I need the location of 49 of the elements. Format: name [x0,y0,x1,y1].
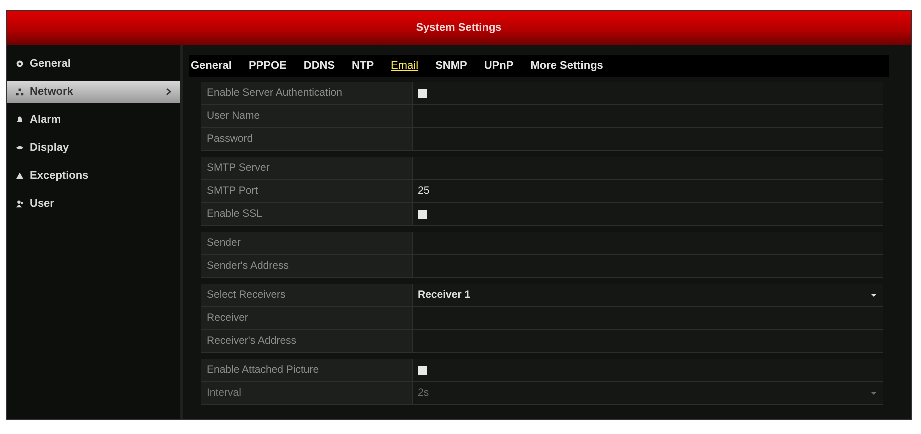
input-field[interactable]: 25 [413,180,883,202]
field-label: Receiver [201,307,413,329]
checkbox[interactable] [418,366,427,374]
sidebar-item[interactable]: Exceptions [7,165,180,187]
user-icon [16,200,24,208]
eye-icon [16,144,24,152]
field-label: Enable SSL [201,203,413,225]
field-label: Enable Attached Picture [201,359,413,381]
sidebar-item[interactable]: Display [7,137,180,159]
input-field[interactable] [413,157,883,179]
sidebar-item[interactable]: Alarm [7,109,180,131]
field-label: User Name [201,105,413,127]
input-field[interactable] [413,232,883,254]
warning-icon [16,172,24,180]
field-label: Select Receivers [201,284,413,306]
chevron-icon [166,88,172,96]
tab[interactable]: SNMP [436,60,468,72]
tab[interactable]: General [191,60,232,72]
field-label: Receiver's Address [201,330,413,352]
field-label: SMTP Port [201,180,413,202]
tab[interactable]: More Settings [530,60,604,72]
field-label: Sender's Address [201,255,413,277]
field-label: Password [201,128,413,150]
tab[interactable]: UPnP [484,60,514,72]
tab[interactable]: Email [391,60,419,72]
field-label: Sender [201,232,413,254]
caret-icon [871,294,877,296]
dropdown[interactable]: Receiver 1 [413,284,883,306]
field-label: Enable Server Authentication [201,82,413,104]
gear-icon [16,60,24,68]
sidebar-item[interactable]: User [7,193,180,215]
tab[interactable]: NTP [352,60,374,72]
checkbox[interactable] [418,88,427,98]
network-icon [16,88,24,96]
bell-icon [16,116,24,124]
field-label: Interval [201,382,413,404]
caret-icon [871,392,877,394]
tab[interactable]: DDNS [304,60,336,72]
input-field[interactable] [413,105,883,127]
input-field[interactable] [413,128,883,150]
checkbox[interactable] [418,210,427,218]
window-title: System Settings [416,22,502,34]
sidebar-item[interactable]: Network [7,81,180,103]
field-label: SMTP Server [201,157,413,179]
input-field[interactable] [413,255,883,277]
input-field[interactable] [413,330,883,352]
sidebar-item[interactable]: General [7,53,180,75]
input-field[interactable] [413,307,883,329]
tab[interactable]: PPPOE [248,60,287,72]
